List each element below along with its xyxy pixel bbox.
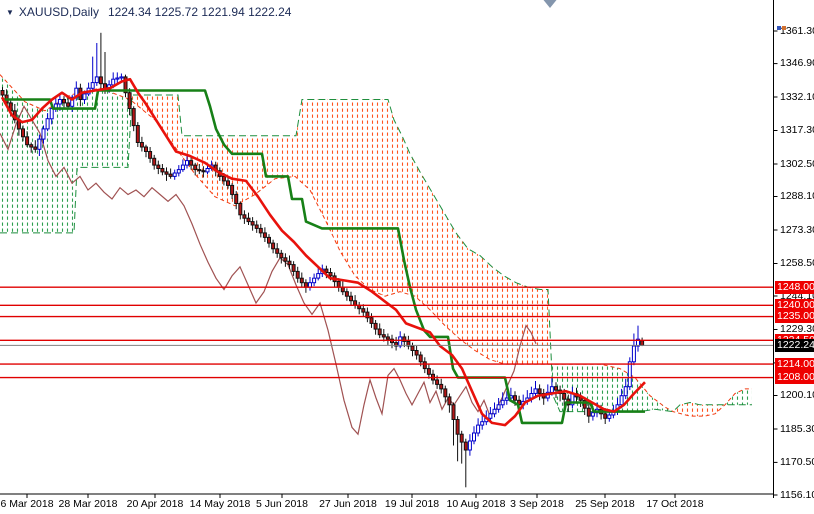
price-axis-label: 1288.10: [780, 190, 814, 202]
chart-title: ▼ XAUUSD,Daily 1224.34 1225.72 1221.94 122…: [6, 5, 291, 19]
price-axis-label: 1273.30: [780, 223, 814, 236]
time-axis-label: 6 Mar 2018: [0, 498, 54, 510]
price-level-badge: 1208.00: [775, 371, 814, 385]
price-level-badge: 1235.00: [775, 310, 814, 324]
price-axis-label: 1156.10: [780, 488, 814, 501]
price-axis-label: 1346.90: [780, 57, 814, 70]
price-axis-label: 1200.10: [780, 389, 814, 401]
time-axis-label: 25 Sep 2018: [575, 498, 635, 510]
axis-mini-marker-orange: [782, 26, 786, 30]
time-axis-label: 3 Sep 2018: [510, 498, 564, 510]
time-axis-label: 19 Jul 2018: [384, 498, 440, 510]
ichimoku-cloud: [0, 74, 752, 417]
time-axis-label: 27 Jun 2018: [319, 498, 377, 510]
horizontal-price-lines[interactable]: [0, 286, 774, 379]
time-axis-label: 14 May 2018: [189, 498, 251, 510]
price-axis-label: 1185.30: [780, 422, 814, 435]
time-axis-label: 10 Aug 2018: [446, 498, 506, 510]
price-level-badge: 1248.00: [775, 280, 814, 294]
chart-window: ▼ XAUUSD,Daily 1224.34 1225.72 1221.94 122…: [0, 0, 814, 514]
axis-mini-marker-blue: [777, 26, 781, 30]
price-level-badge: 1214.00: [775, 357, 814, 371]
price-axis-label: 1258.50: [780, 257, 814, 269]
time-axis-label: 20 Apr 2018: [126, 498, 184, 510]
chart-shift-marker-icon[interactable]: [543, 0, 557, 8]
price-axis-label: 1332.10: [780, 90, 814, 103]
price-chart-canvas[interactable]: [0, 0, 814, 514]
time-axis-label: 5 Jun 2018: [256, 498, 308, 510]
symbol-dropdown-icon[interactable]: ▼: [6, 8, 14, 17]
chart-symbol-label: XAUUSD,Daily: [18, 5, 99, 19]
current-price-badge: 1222.24: [775, 338, 814, 352]
price-axis-label: 1317.30: [780, 124, 814, 136]
time-axis-label: 17 Oct 2018: [646, 498, 704, 510]
chart-ohlc-values: 1224.34 1225.72 1221.94 1222.24: [107, 5, 292, 19]
price-axis-label: 1170.50: [780, 455, 814, 468]
price-axis-label: 1302.50: [780, 157, 814, 170]
time-axis-label: 28 Mar 2018: [58, 498, 118, 510]
